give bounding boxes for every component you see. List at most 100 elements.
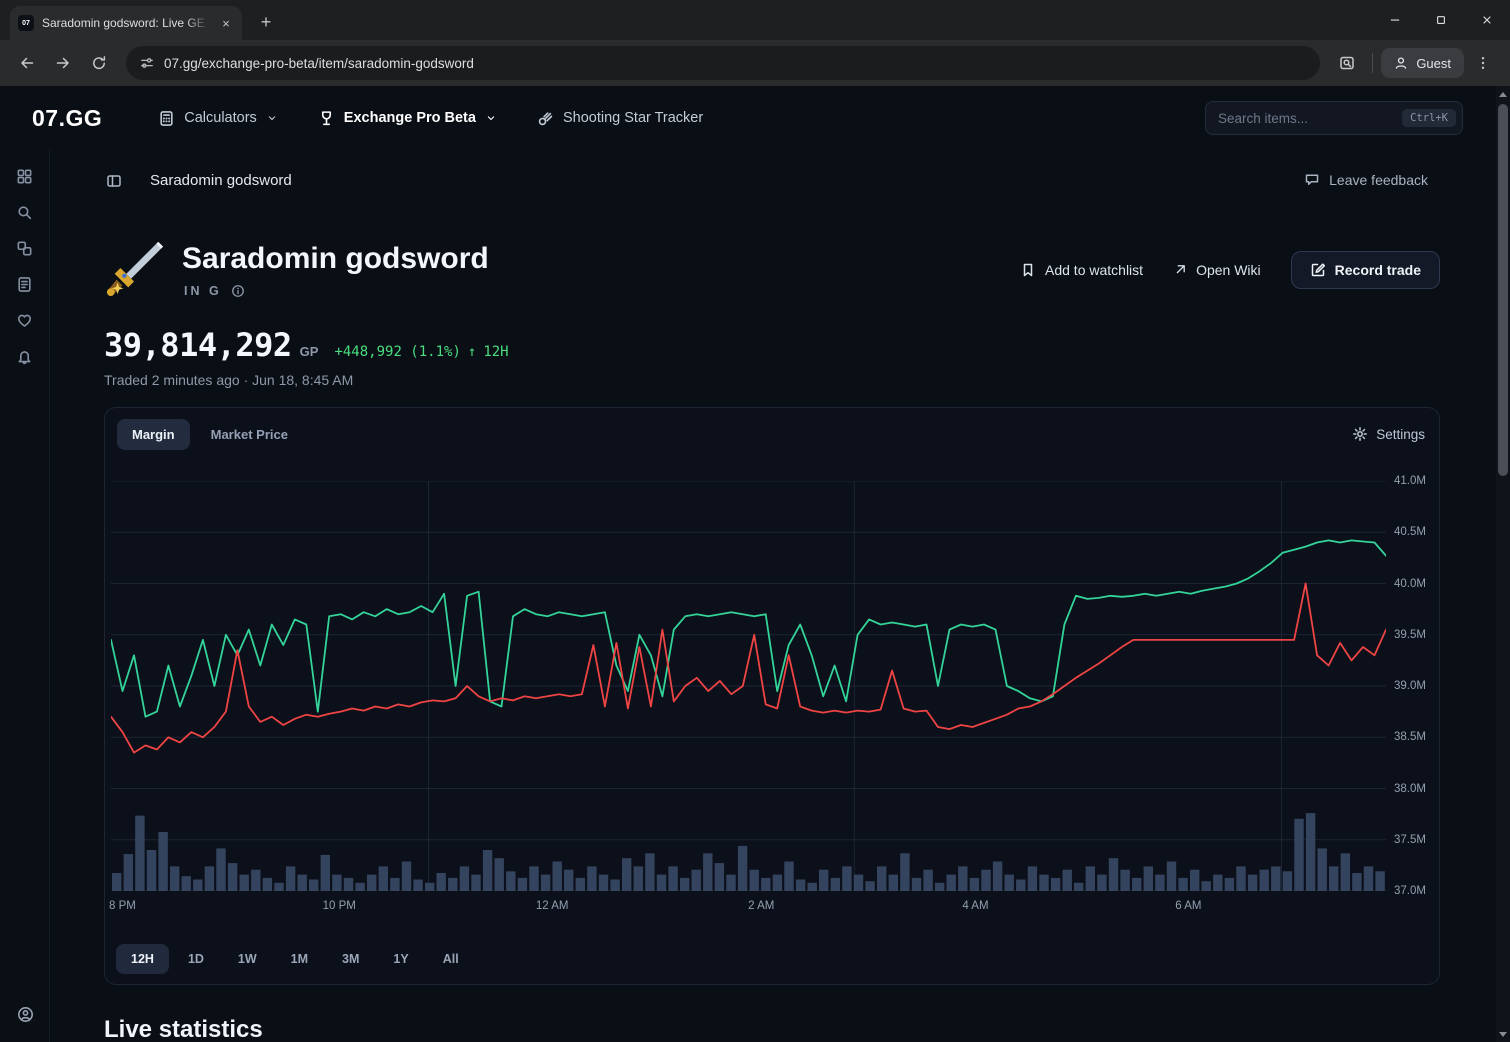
scrollbar-track[interactable]	[1496, 86, 1510, 1042]
sidebar-item-search[interactable]	[7, 194, 43, 230]
range-button-3m[interactable]: 3M	[327, 944, 374, 974]
range-button-1d[interactable]: 1D	[173, 944, 219, 974]
nav-label: Exchange Pro Beta	[344, 110, 476, 126]
x-axis-labels: 8 PM10 PM12 AM2 AM4 AM6 AM	[111, 900, 1386, 916]
search-input[interactable]	[1218, 111, 1402, 126]
sidebar-item-sets[interactable]	[7, 230, 43, 266]
heart-icon	[16, 312, 33, 329]
price-change-period: 12H	[483, 344, 508, 360]
range-button-1m[interactable]: 1M	[276, 944, 323, 974]
range-button-1w[interactable]: 1W	[223, 944, 272, 974]
back-icon	[19, 55, 35, 71]
tab-close-icon[interactable]: ×	[218, 15, 234, 31]
new-tab-button[interactable]: +	[252, 8, 280, 36]
feedback-label: Leave feedback	[1329, 172, 1428, 188]
scroll-up-button[interactable]	[1496, 86, 1510, 102]
person-icon	[1394, 56, 1408, 70]
maximize-button[interactable]	[1418, 0, 1464, 40]
triangle-down-icon	[1499, 1032, 1507, 1037]
back-button[interactable]	[10, 46, 44, 80]
price-unit: GP	[300, 344, 319, 359]
nav-item-exchange-pro[interactable]: Exchange Pro Beta	[318, 110, 497, 127]
toolbar-separator	[1372, 53, 1373, 73]
nav-item-calculators[interactable]: Calculators	[158, 110, 278, 127]
y-axis-label: 40.5M	[1394, 526, 1426, 538]
panel-toggle-button[interactable]	[106, 173, 122, 189]
forward-icon	[55, 55, 71, 71]
info-icon[interactable]	[231, 284, 245, 298]
record-label: Record trade	[1335, 262, 1421, 278]
traded-info: Traded 2 minutes ago · Jun 18, 8:45 AM	[104, 372, 353, 388]
price-chart[interactable]	[111, 481, 1386, 891]
edit-icon	[1310, 262, 1326, 278]
main-nav: Calculators Exchange Pro Beta Shooting S…	[158, 110, 703, 127]
breadcrumb: Saradomin godsword	[106, 172, 292, 189]
side-search-button[interactable]	[1330, 46, 1364, 80]
price-row: 39,814,292 GP +448,992 (1.1%) ↑ 12H	[104, 326, 509, 364]
nav-label: Calculators	[184, 110, 257, 126]
forward-button[interactable]	[46, 46, 80, 80]
item-search-box[interactable]: Ctrl+K	[1205, 101, 1463, 135]
item-tag-text: IN G	[184, 284, 222, 298]
sidebar-item-alerts[interactable]	[7, 338, 43, 374]
site-logo[interactable]: 07.GG	[32, 105, 102, 132]
range-button-1y[interactable]: 1Y	[378, 944, 423, 974]
price-change-direction: ↑	[468, 344, 476, 360]
browser-tab[interactable]: 07 Saradomin godsword: Live GE P ×	[10, 6, 242, 40]
site-info-icon[interactable]	[140, 56, 154, 70]
tab-margin[interactable]: Margin	[117, 419, 190, 450]
sidebar-profile-button[interactable]	[7, 996, 43, 1032]
y-axis-label: 39.0M	[1394, 680, 1426, 692]
site-favicon: 07	[18, 15, 34, 31]
settings-button[interactable]: Settings	[1352, 426, 1425, 442]
open-wiki-button[interactable]: Open Wiki	[1173, 262, 1261, 278]
add-to-watchlist-button[interactable]: Add to watchlist	[1020, 262, 1143, 278]
sidebar-item-dashboard[interactable]	[7, 158, 43, 194]
y-axis-label: 37.5M	[1394, 834, 1426, 846]
goblet-icon	[318, 110, 335, 127]
sidebar	[0, 150, 50, 1042]
main-content: Saradomin godsword Leave feedback Sarado…	[50, 150, 1510, 1042]
omnibox[interactable]: 07.gg/exchange-pro-beta/item/saradomin-g…	[126, 46, 1320, 80]
maximize-icon	[1435, 14, 1447, 26]
sets-icon	[16, 240, 33, 257]
breadcrumb-title: Saradomin godsword	[150, 172, 292, 189]
browser-menu-button[interactable]	[1466, 46, 1500, 80]
dots-vertical-icon	[1475, 55, 1491, 71]
leave-feedback-button[interactable]: Leave feedback	[1304, 172, 1428, 188]
range-button-12h[interactable]: 12H	[116, 944, 169, 974]
chart-card: Margin Market Price Settings 41.0M40.5M4…	[104, 407, 1440, 985]
sidebar-item-list[interactable]	[7, 266, 43, 302]
x-axis-label: 2 AM	[748, 900, 774, 912]
document-list-icon	[16, 276, 33, 293]
bookmark-icon	[1020, 262, 1036, 278]
nav-item-star-tracker[interactable]: Shooting Star Tracker	[537, 110, 703, 127]
sidebar-item-favorites[interactable]	[7, 302, 43, 338]
site-header: 07.GG Calculators Exchange Pro Beta Shoo…	[0, 86, 1510, 150]
external-link-icon	[1173, 263, 1187, 277]
settings-label: Settings	[1376, 427, 1425, 442]
scroll-down-button[interactable]	[1496, 1026, 1510, 1042]
scrollbar-thumb[interactable]	[1498, 104, 1508, 476]
guest-profile-button[interactable]: Guest	[1381, 48, 1464, 78]
search-shortcut-badge: Ctrl+K	[1402, 109, 1456, 127]
nav-label: Shooting Star Tracker	[563, 110, 703, 126]
grid-icon	[16, 168, 33, 185]
minimize-button[interactable]	[1372, 0, 1418, 40]
record-trade-button[interactable]: Record trade	[1291, 251, 1440, 289]
reload-icon	[91, 55, 107, 71]
y-axis-label: 38.0M	[1394, 783, 1426, 795]
y-axis-label: 38.5M	[1394, 731, 1426, 743]
x-axis-label: 4 AM	[962, 900, 988, 912]
range-button-all[interactable]: All	[428, 944, 474, 974]
close-button[interactable]	[1464, 0, 1510, 40]
tab-market-price[interactable]: Market Price	[196, 419, 303, 450]
guest-label: Guest	[1416, 56, 1451, 71]
reload-button[interactable]	[82, 46, 116, 80]
calculator-icon	[158, 110, 175, 127]
item-actions: Add to watchlist Open Wiki Record trade	[1020, 251, 1440, 289]
range-buttons: 12H1D1W1M3M1YAll	[116, 944, 474, 974]
browser-window: 07 Saradomin godsword: Live GE P × + 07.…	[0, 0, 1510, 1042]
url-text: 07.gg/exchange-pro-beta/item/saradomin-g…	[164, 56, 474, 71]
live-statistics-title: Live statistics	[104, 1016, 263, 1042]
